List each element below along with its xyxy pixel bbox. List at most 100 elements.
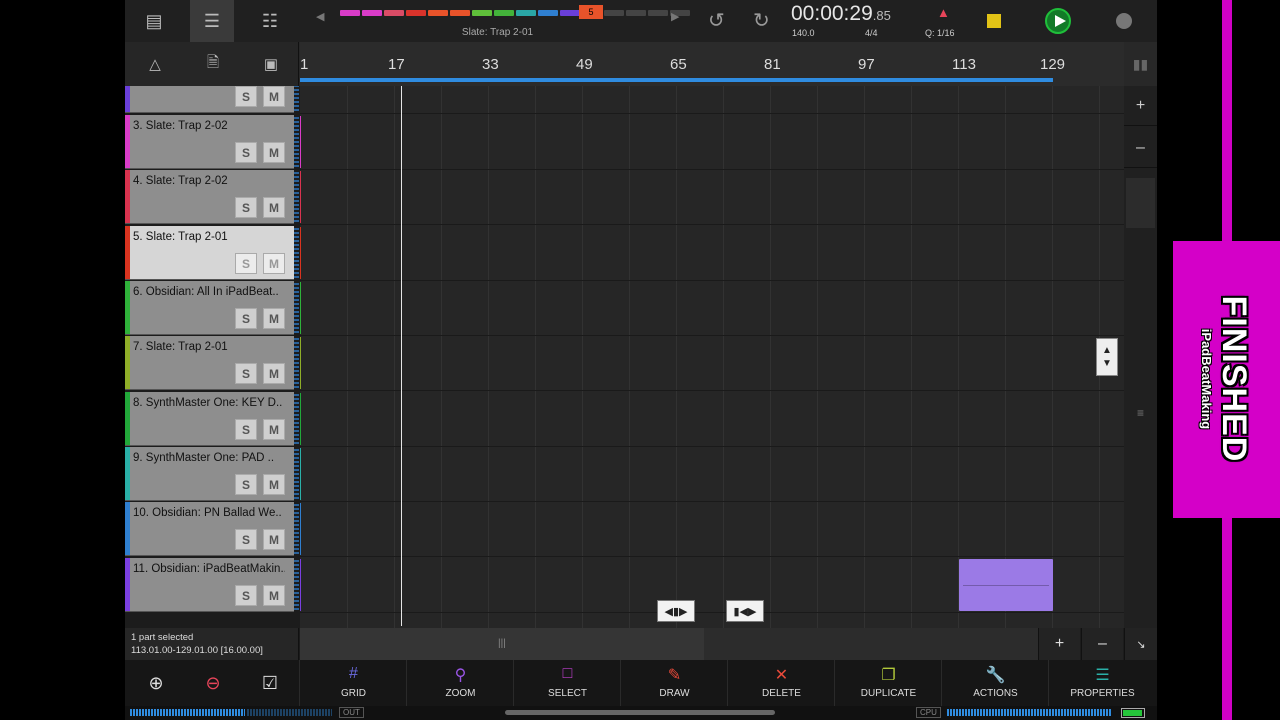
tool-zoom[interactable]: ⚲ ZOOM: [406, 660, 513, 706]
tool-duplicate[interactable]: ❐ DUPLICATE: [834, 660, 941, 706]
track-part[interactable]: [300, 227, 301, 279]
solo-button[interactable]: S: [235, 585, 257, 606]
tool-grid[interactable]: # GRID: [299, 660, 406, 706]
playhead[interactable]: [401, 86, 402, 626]
tool-draw[interactable]: ✎ DRAW: [620, 660, 727, 706]
track-header[interactable]: 11. Obsidian: iPadBeatMakin.. S M: [125, 558, 294, 612]
solo-button[interactable]: S: [235, 253, 257, 274]
track-header[interactable]: 5. Slate: Trap 2-01 S M: [125, 226, 294, 280]
zoom-in-button[interactable]: +: [1038, 628, 1080, 660]
stop-button[interactable]: [987, 14, 1001, 28]
mute-button[interactable]: M: [263, 197, 285, 218]
track-zoom-out-icon[interactable]: –: [1124, 128, 1157, 168]
part-slot[interactable]: [516, 10, 536, 16]
next-part-icon[interactable]: ▶: [671, 10, 679, 23]
solo-button[interactable]: S: [235, 419, 257, 440]
part-slot[interactable]: [538, 10, 558, 16]
track-zoom-in-icon[interactable]: +: [1124, 86, 1157, 126]
track-header[interactable]: 8. SynthMaster One: KEY D.. S M: [125, 392, 294, 446]
track-part[interactable]: [300, 171, 301, 223]
collapse-icon[interactable]: ▣: [249, 43, 293, 85]
mute-button[interactable]: M: [263, 419, 285, 440]
track-header[interactable]: 7. Slate: Trap 2-01 S M: [125, 336, 294, 390]
part-slot[interactable]: [494, 10, 514, 16]
loop-range-bar[interactable]: [300, 78, 1053, 82]
part-slot[interactable]: [472, 10, 492, 16]
solo-button[interactable]: S: [235, 308, 257, 329]
track-part[interactable]: [300, 282, 301, 334]
mixer-icon[interactable]: ☷: [248, 0, 292, 42]
add-track-icon[interactable]: ⊕: [141, 668, 171, 698]
automation-icon[interactable]: △: [133, 43, 177, 85]
part-slot[interactable]: [340, 10, 360, 16]
solo-button[interactable]: S: [235, 86, 257, 107]
quantize-value[interactable]: Q: 1/16: [925, 28, 955, 38]
tool-select[interactable]: □ SELECT: [513, 660, 620, 706]
mute-button[interactable]: M: [263, 86, 285, 107]
snap-icon[interactable]: ▮▮: [1124, 42, 1157, 86]
prev-part-icon[interactable]: ◀: [316, 10, 324, 23]
track-part[interactable]: [300, 337, 301, 389]
track-header[interactable]: 3. Slate: Trap 2-02 S M: [125, 115, 294, 169]
track-part[interactable]: [300, 393, 301, 445]
tool-properties[interactable]: ☰ PROPERTIES: [1048, 660, 1155, 706]
time-display[interactable]: 00:00:29.85 140.0 4/4 Q: 1/16 ▲: [791, 0, 961, 42]
notes-icon[interactable]: 🗎: [191, 43, 235, 85]
track-height-stepper[interactable]: ▲ ▼: [1096, 338, 1118, 376]
track-header[interactable]: 10. Obsidian: PN Ballad We.. S M: [125, 502, 294, 556]
track-header[interactable]: 6. Obsidian: All In iPadBeat.. S M: [125, 281, 294, 335]
mute-button[interactable]: M: [263, 142, 285, 163]
play-button[interactable]: [1045, 8, 1071, 34]
part-slot[interactable]: [384, 10, 404, 16]
track-header[interactable]: 4. Slate: Trap 2-02 S M: [125, 170, 294, 224]
solo-button[interactable]: S: [235, 529, 257, 550]
mute-button[interactable]: M: [263, 585, 285, 606]
part-slot[interactable]: [406, 10, 426, 16]
remove-track-icon[interactable]: ⊖: [198, 668, 228, 698]
solo-button[interactable]: S: [235, 363, 257, 384]
zoom-out-button[interactable]: –: [1081, 628, 1123, 660]
part-slots[interactable]: [340, 10, 690, 18]
move-left-handle[interactable]: ◀▮▶: [657, 600, 695, 622]
mute-button[interactable]: M: [263, 529, 285, 550]
part-slot[interactable]: [450, 10, 470, 16]
track-header[interactable]: SM: [125, 86, 294, 113]
move-right-handle[interactable]: ▮◀▶: [726, 600, 764, 622]
part-slot[interactable]: [428, 10, 448, 16]
vertical-scroll-thumb[interactable]: [1126, 178, 1155, 228]
tempo-value[interactable]: 140.0: [792, 28, 815, 38]
arrow-down-icon[interactable]: ▼: [1102, 357, 1112, 370]
tool-delete[interactable]: ✕ DELETE: [727, 660, 834, 706]
fit-icon[interactable]: ↘: [1124, 628, 1157, 660]
track-header[interactable]: 9. SynthMaster One: PAD .. S M: [125, 447, 294, 501]
solo-button[interactable]: S: [235, 474, 257, 495]
arrange-grid[interactable]: ◀▮▶ ▮◀▶: [300, 86, 1124, 628]
tool-actions[interactable]: 🔧 ACTIONS: [941, 660, 1048, 706]
song-position-strip[interactable]: ◀ 5 ▶ Slate: Trap 2-01: [300, 0, 695, 42]
track-part[interactable]: [300, 116, 301, 168]
drag-handle-icon[interactable]: ≡: [1137, 406, 1144, 420]
browser-icon[interactable]: ▤: [132, 0, 176, 42]
track-part[interactable]: [300, 503, 301, 555]
selected-part[interactable]: [959, 559, 1053, 611]
solo-button[interactable]: S: [235, 142, 257, 163]
part-slot[interactable]: [560, 10, 580, 16]
mute-button[interactable]: M: [263, 363, 285, 384]
meter-value[interactable]: 4/4: [865, 28, 878, 38]
part-slot[interactable]: [362, 10, 382, 16]
part-slot[interactable]: [648, 10, 668, 16]
mute-button[interactable]: M: [263, 474, 285, 495]
tracks-view-icon[interactable]: ☰: [190, 0, 234, 42]
track-part[interactable]: [300, 448, 301, 500]
timeline-ruler[interactable]: 1 17 33 49 65 81 97 113 129: [300, 42, 1124, 86]
arrow-up-icon[interactable]: ▲: [1102, 344, 1112, 357]
part-slot[interactable]: [604, 10, 624, 16]
part-slot[interactable]: [626, 10, 646, 16]
redo-icon[interactable]: ↻: [753, 8, 770, 33]
record-button[interactable]: [1116, 13, 1132, 29]
mute-button[interactable]: M: [263, 253, 285, 274]
horizontal-scrollbar[interactable]: |||: [300, 628, 1038, 660]
select-mode-icon[interactable]: ☑: [255, 668, 285, 698]
undo-icon[interactable]: ↺: [708, 8, 725, 33]
track-part[interactable]: [300, 559, 301, 611]
